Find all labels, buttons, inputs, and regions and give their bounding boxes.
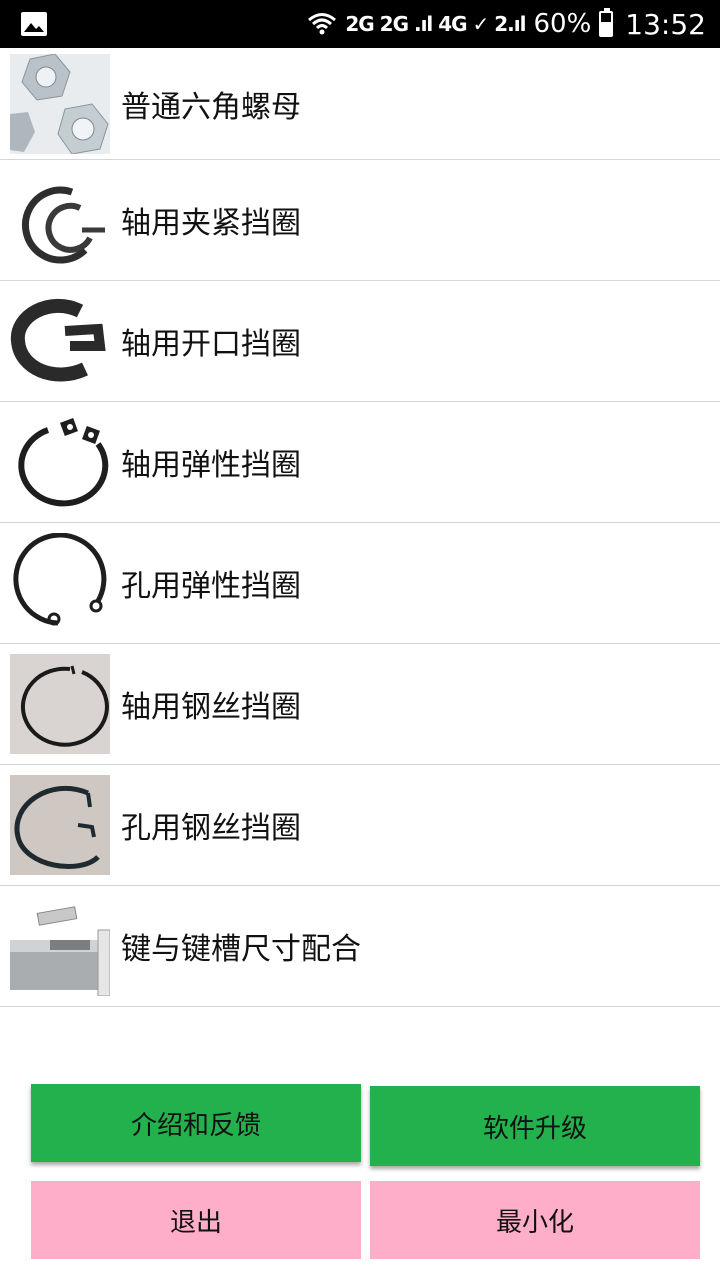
intro-feedback-label: 介绍和反馈 bbox=[130, 1110, 261, 1141]
clamp-ring-image bbox=[10, 170, 110, 270]
item-label: 轴用钢丝挡圈 bbox=[121, 690, 301, 725]
network-indicator: 2G 2G .ıl 4G ✓ 2.ıl bbox=[345, 12, 526, 36]
item-label: 轴用弹性挡圈 bbox=[121, 448, 301, 483]
key-and-keyway-image bbox=[10, 896, 110, 996]
list-item[interactable]: 普通六角螺母 bbox=[0, 48, 720, 160]
software-upgrade-label: 软件升级 bbox=[482, 1113, 587, 1144]
item-label: 轴用开口挡圈 bbox=[121, 327, 301, 362]
e-clip-image bbox=[10, 291, 110, 391]
internal-retaining-ring-image bbox=[10, 533, 110, 633]
list-item[interactable]: 轴用开口挡圈 bbox=[0, 281, 720, 402]
shaft-wire-ring-image bbox=[10, 654, 110, 754]
gallery-icon bbox=[21, 12, 47, 36]
list-item[interactable]: 孔用弹性挡圈 bbox=[0, 523, 720, 644]
exit-label: 退出 bbox=[169, 1207, 222, 1238]
exit-button[interactable]: 退出 bbox=[31, 1181, 361, 1259]
item-label: 键与键槽尺寸配合 bbox=[121, 932, 361, 967]
hex-nut-image bbox=[10, 53, 110, 154]
wifi-icon bbox=[308, 13, 337, 35]
intro-feedback-button[interactable]: 介绍和反馈 bbox=[31, 1084, 361, 1162]
list-item[interactable]: 轴用钢丝挡圈 bbox=[0, 644, 720, 765]
minimize-label: 最小化 bbox=[495, 1207, 574, 1238]
battery-percent: 60% bbox=[533, 9, 592, 39]
battery-icon bbox=[599, 8, 614, 37]
item-label: 孔用钢丝挡圈 bbox=[121, 811, 301, 846]
external-retaining-ring-image bbox=[10, 412, 110, 512]
minimize-button[interactable]: 最小化 bbox=[370, 1181, 700, 1259]
list-item[interactable]: 键与键槽尺寸配合 bbox=[0, 886, 720, 1007]
list-item[interactable]: 轴用夹紧挡圈 bbox=[0, 160, 720, 281]
battery-level bbox=[601, 21, 612, 35]
item-label: 轴用夹紧挡圈 bbox=[121, 206, 301, 241]
item-list: 普通六角螺母 轴用夹紧挡圈 轴用开口挡圈 轴用弹性挡圈 孔用弹性挡圈 轴用钢丝挡… bbox=[0, 48, 720, 1007]
item-label: 孔用弹性挡圈 bbox=[121, 569, 301, 604]
clock: 13:52 bbox=[625, 7, 706, 41]
item-label: 普通六角螺母 bbox=[121, 89, 301, 125]
bore-wire-ring-image bbox=[10, 775, 110, 875]
software-upgrade-button[interactable]: 软件升级 bbox=[370, 1086, 700, 1166]
list-item[interactable]: 孔用钢丝挡圈 bbox=[0, 765, 720, 886]
status-bar: 2G 2G .ıl 4G ✓ 2.ıl 60% 13:52 bbox=[0, 0, 720, 48]
list-item[interactable]: 轴用弹性挡圈 bbox=[0, 402, 720, 523]
